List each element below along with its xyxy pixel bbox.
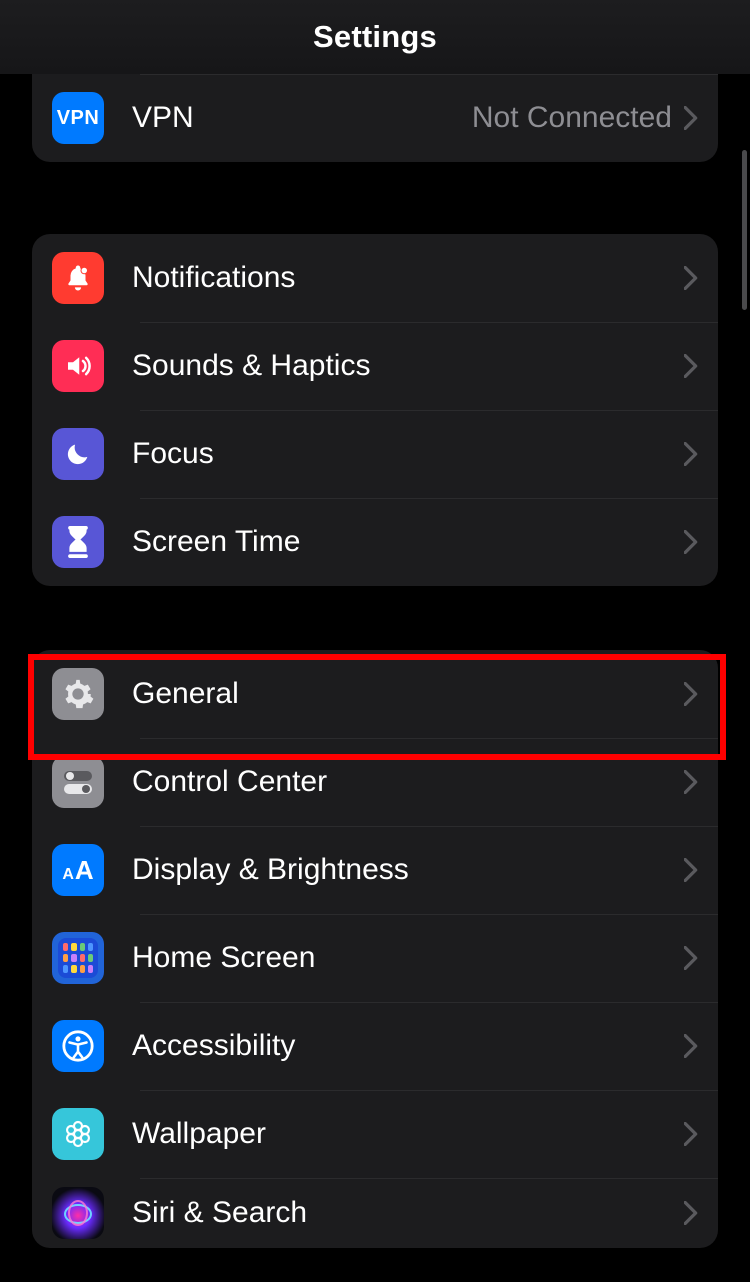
settings-group-network: VPN VPN Not Connected (32, 74, 718, 162)
chevron-right-icon (684, 946, 698, 970)
accessibility-icon (52, 1020, 104, 1072)
separator (140, 322, 718, 323)
row-label: Wallpaper (132, 1117, 684, 1151)
row-control-center[interactable]: Control Center (32, 738, 718, 826)
chevron-right-icon (684, 770, 698, 794)
row-siri-search[interactable]: Siri & Search (32, 1178, 718, 1248)
settings-group-device: General Control Center AA Display & Brig… (32, 650, 718, 1248)
row-value: Not Connected (472, 101, 672, 135)
row-label: VPN (132, 101, 472, 135)
separator (140, 1178, 718, 1179)
separator (140, 914, 718, 915)
row-label: Focus (132, 437, 684, 471)
scrollbar[interactable] (742, 150, 747, 310)
wallpaper-icon (52, 1108, 104, 1160)
separator (140, 1090, 718, 1091)
row-label: Control Center (132, 765, 684, 799)
row-accessibility[interactable]: Accessibility (32, 1002, 718, 1090)
chevron-right-icon (684, 1122, 698, 1146)
row-label: Screen Time (132, 525, 684, 559)
separator (140, 410, 718, 411)
row-label: Home Screen (132, 941, 684, 975)
row-wallpaper[interactable]: Wallpaper (32, 1090, 718, 1178)
chevron-right-icon (684, 354, 698, 378)
row-label: Notifications (132, 261, 684, 295)
vpn-icon: VPN (52, 92, 104, 144)
gear-icon (52, 668, 104, 720)
settings-group-alerts: Notifications Sounds & Haptics Focus S (32, 234, 718, 586)
row-screen-time[interactable]: Screen Time (32, 498, 718, 586)
chevron-right-icon (684, 106, 698, 130)
speaker-icon (52, 340, 104, 392)
bell-icon (52, 252, 104, 304)
chevron-right-icon (684, 442, 698, 466)
chevron-right-icon (684, 858, 698, 882)
text-size-icon: AA (52, 844, 104, 896)
row-display-brightness[interactable]: AA Display & Brightness (32, 826, 718, 914)
separator (140, 74, 718, 75)
separator (140, 738, 718, 739)
header: Settings (0, 0, 750, 74)
row-sounds[interactable]: Sounds & Haptics (32, 322, 718, 410)
separator (140, 826, 718, 827)
page-title: Settings (313, 19, 437, 55)
row-label: Accessibility (132, 1029, 684, 1063)
chevron-right-icon (684, 266, 698, 290)
row-label: Sounds & Haptics (132, 349, 684, 383)
toggles-icon (52, 756, 104, 808)
chevron-right-icon (684, 1201, 698, 1225)
row-label: Display & Brightness (132, 853, 684, 887)
hourglass-icon (52, 516, 104, 568)
chevron-right-icon (684, 530, 698, 554)
moon-icon (52, 428, 104, 480)
row-label: Siri & Search (132, 1196, 684, 1230)
row-label: General (132, 677, 684, 711)
siri-icon (52, 1187, 104, 1239)
home-screen-icon (52, 932, 104, 984)
row-notifications[interactable]: Notifications (32, 234, 718, 322)
chevron-right-icon (684, 1034, 698, 1058)
row-home-screen[interactable]: Home Screen (32, 914, 718, 1002)
separator (140, 498, 718, 499)
row-focus[interactable]: Focus (32, 410, 718, 498)
separator (140, 1002, 718, 1003)
row-vpn[interactable]: VPN VPN Not Connected (32, 74, 718, 162)
row-general[interactable]: General (32, 650, 718, 738)
chevron-right-icon (684, 682, 698, 706)
